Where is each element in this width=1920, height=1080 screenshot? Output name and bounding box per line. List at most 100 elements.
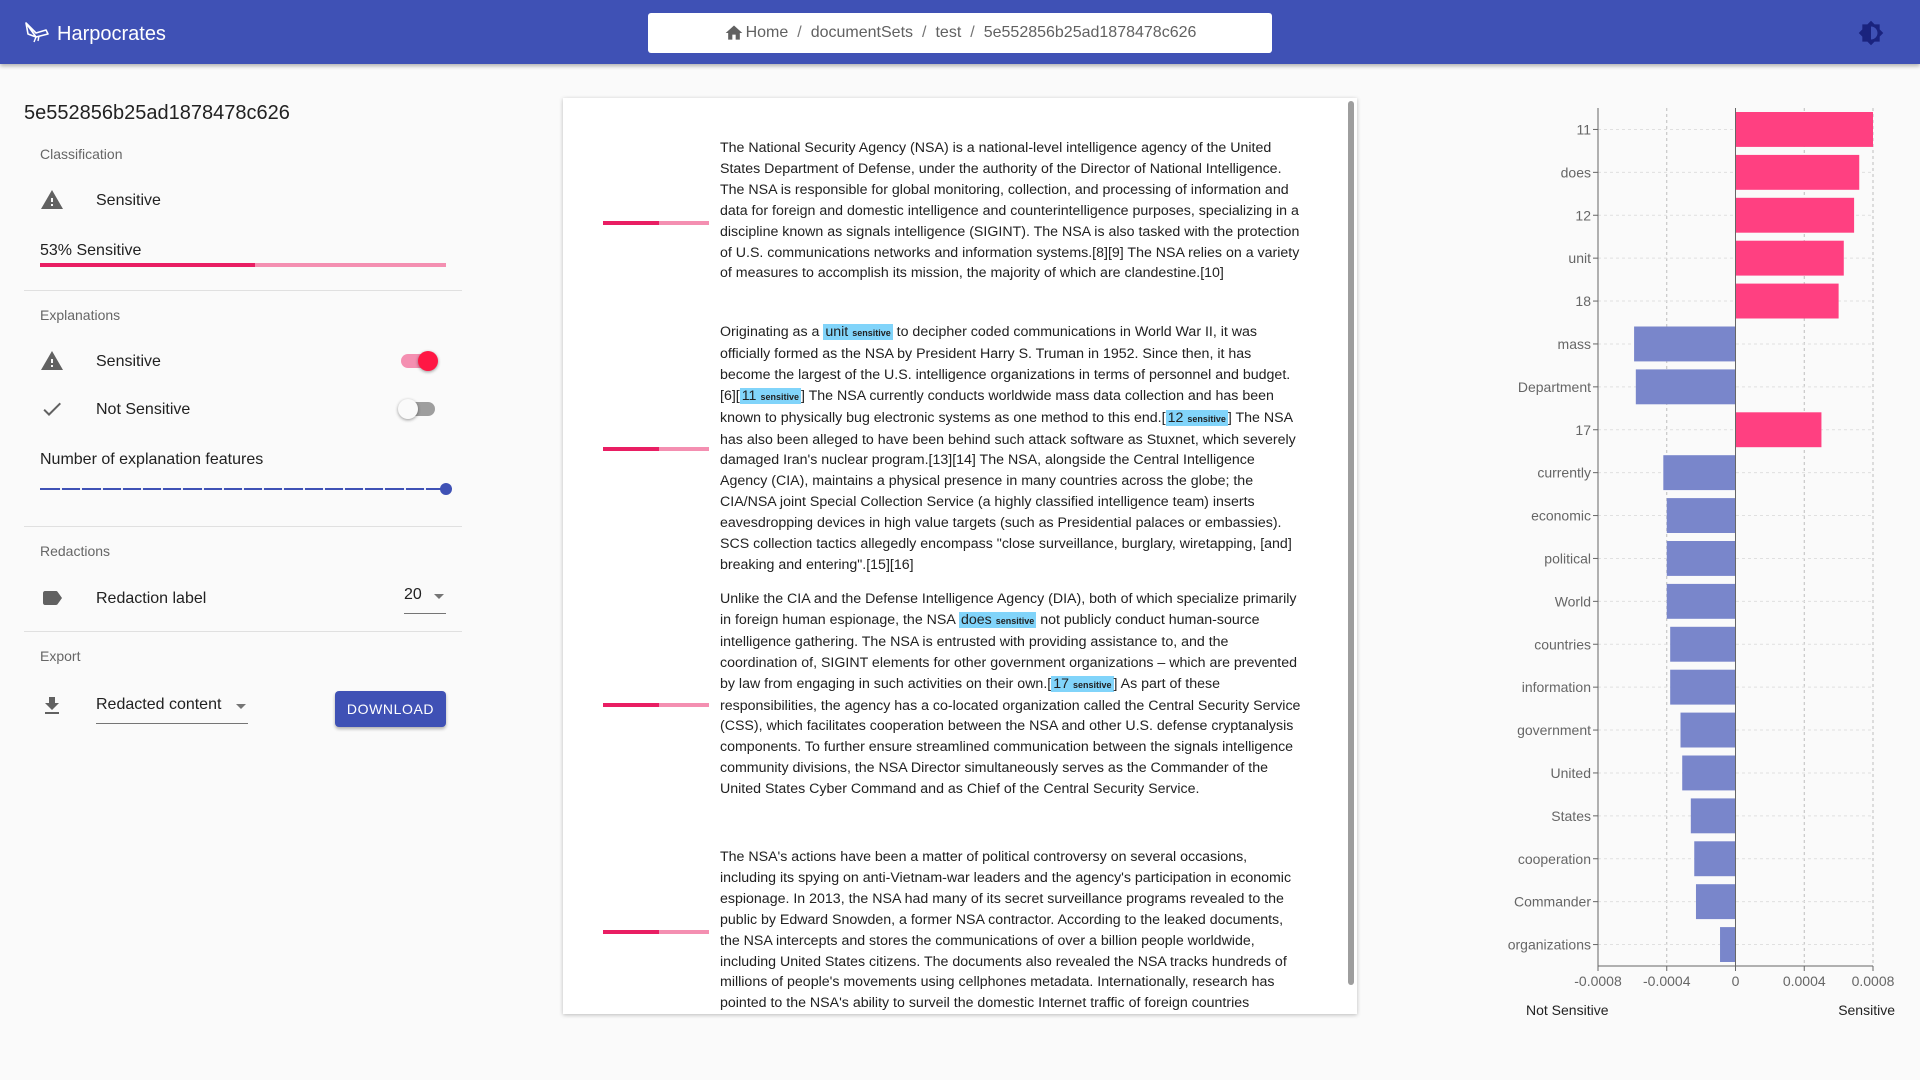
y-tick-label: 11 (1576, 121, 1591, 137)
toggle-thumb (418, 351, 438, 371)
sensitivity-progress-fill (40, 263, 256, 267)
chart-bar (1670, 669, 1736, 705)
x-tick-label: 0 (1732, 973, 1740, 989)
download-button[interactable]: DOWNLOAD (335, 691, 446, 727)
slider-tick (363, 488, 366, 490)
highlight-word: 17 (1053, 675, 1069, 692)
document-paragraph: Unlike the CIA and the Defense Intellige… (720, 589, 1303, 800)
document-viewer[interactable]: The National Security Agency (NSA) is a … (563, 98, 1357, 1014)
chart-bar (1670, 626, 1736, 662)
not-sensitive-explanations-label: Not Sensitive (96, 401, 191, 418)
y-tick-label: cooperation (1518, 851, 1591, 867)
chart-bar (1695, 884, 1736, 920)
slider-tick (80, 488, 83, 490)
bird-logo-icon (25, 22, 49, 43)
breadcrumb-separator: / (970, 24, 975, 41)
highlight-tag: sensitive (1073, 679, 1112, 690)
paragraph-text: The National Security Agency (NSA) is a … (720, 140, 1300, 282)
paragraph-text: ] The NSA has also been alleged to have … (720, 409, 1296, 573)
export-title: Export (40, 648, 81, 664)
sensitive-explanations-label: Sensitive (96, 353, 161, 370)
slider-tick (242, 488, 244, 490)
home-icon[interactable] (724, 23, 744, 43)
y-tick-label: unit (1568, 250, 1591, 266)
slider-tick (322, 488, 325, 490)
slider-thumb[interactable] (440, 483, 452, 495)
slider-tick (403, 488, 406, 490)
divider (24, 290, 462, 291)
chart-bar (1666, 498, 1736, 533)
y-tick-label: organizations (1508, 937, 1591, 953)
chart-bar (1735, 283, 1839, 319)
y-tick-label: United (1551, 765, 1591, 781)
slider-tick (120, 488, 123, 490)
breadcrumb-test[interactable]: test (935, 24, 961, 42)
y-tick-label: government (1517, 722, 1591, 738)
highlight-word: 12 (1167, 409, 1184, 426)
paragraph-text: ] As part of these responsibilities, the… (720, 675, 1301, 798)
export-format-select[interactable]: Redacted content (96, 696, 248, 724)
highlight-word: unit (825, 324, 849, 340)
y-tick-label: Department (1518, 379, 1591, 395)
y-tick-label: World (1555, 593, 1591, 609)
breadcrumb-separator: / (922, 24, 927, 41)
paragraph-sensitivity-bar (603, 221, 709, 226)
sensitive-highlight[interactable]: unit sensitive (823, 324, 893, 340)
paragraph-sensitivity-fill (603, 446, 660, 451)
export-format-value: Redacted content (96, 696, 222, 713)
slider-tick (302, 488, 305, 490)
brightness-icon[interactable] (1858, 20, 1884, 46)
y-tick-label: political (1544, 550, 1591, 566)
breadcrumb-document[interactable]: 5e552856b25ad1878478c626 (984, 24, 1197, 42)
slider-tick (343, 488, 345, 490)
app-bar: Harpocrates Home / documentSets / test /… (0, 0, 1920, 64)
y-tick-label: 18 (1575, 293, 1591, 309)
y-tick-label: mass (1558, 336, 1591, 352)
chart-bar (1635, 369, 1736, 405)
highlight-tag: sensitive (1187, 413, 1226, 424)
feature-importance-chart: 11 does 12 unit 18 mass Department 17 currently e… (1508, 108, 1895, 1018)
redaction-label-value: 20 (404, 586, 422, 603)
slider-tick (181, 488, 184, 490)
redaction-label-text: Redaction label (96, 590, 207, 607)
classification-title: Classification (40, 146, 123, 162)
not-sensitive-explanations-toggle[interactable] (398, 397, 438, 421)
download-icon (45, 697, 59, 714)
y-tick-label: does (1561, 164, 1591, 180)
chart-bar (1663, 455, 1736, 491)
slider-tick (262, 488, 265, 490)
warning-icon (41, 190, 63, 209)
sensitive-highlight[interactable]: does sensitive (958, 611, 1037, 628)
y-tick-label: currently (1537, 465, 1591, 481)
slider-tick (201, 488, 204, 490)
x-tick-label: -0.0008 (1574, 973, 1622, 989)
highlight-word: 11 (741, 387, 757, 404)
sensitive-explanations-toggle[interactable] (398, 349, 438, 373)
sensitive-highlight[interactable]: 11 sensitive (739, 387, 801, 404)
explanations-title: Explanations (40, 307, 121, 323)
app-title[interactable]: Harpocrates (57, 20, 166, 48)
paragraph-text: Originating as a (720, 324, 824, 340)
scrollbar[interactable] (1348, 101, 1354, 985)
sensitive-highlight[interactable]: 17 sensitive (1051, 675, 1114, 692)
divider (24, 526, 462, 527)
highlight-word: does (960, 611, 992, 628)
breadcrumb-documentsets[interactable]: documentSets (811, 24, 913, 42)
sensitivity-progress (40, 263, 446, 267)
document-paragraph: Originating as a unit sensitive to deciph… (720, 322, 1303, 576)
y-tick-label: 17 (1575, 422, 1591, 438)
redaction-label-select[interactable]: 20 (404, 586, 446, 614)
y-tick-label: Commander (1514, 894, 1591, 910)
paragraph-sensitivity-bar (603, 446, 709, 451)
not-sensitive-axis-label: Not Sensitive (1526, 1002, 1609, 1018)
sensitive-highlight[interactable]: 12 sensitive (1165, 409, 1228, 426)
chevron-down-icon (236, 704, 246, 709)
breadcrumb-home[interactable]: Home (746, 24, 789, 42)
document-title: 5e552856b25ad1878478c626 (24, 102, 290, 124)
explanation-features-label: Number of explanation features (40, 451, 264, 468)
chart-bar (1666, 583, 1736, 619)
slider-tick (100, 488, 103, 490)
explanation-features-slider[interactable] (40, 478, 452, 502)
chart-bar (1735, 154, 1860, 190)
chart-bar (1735, 112, 1873, 147)
